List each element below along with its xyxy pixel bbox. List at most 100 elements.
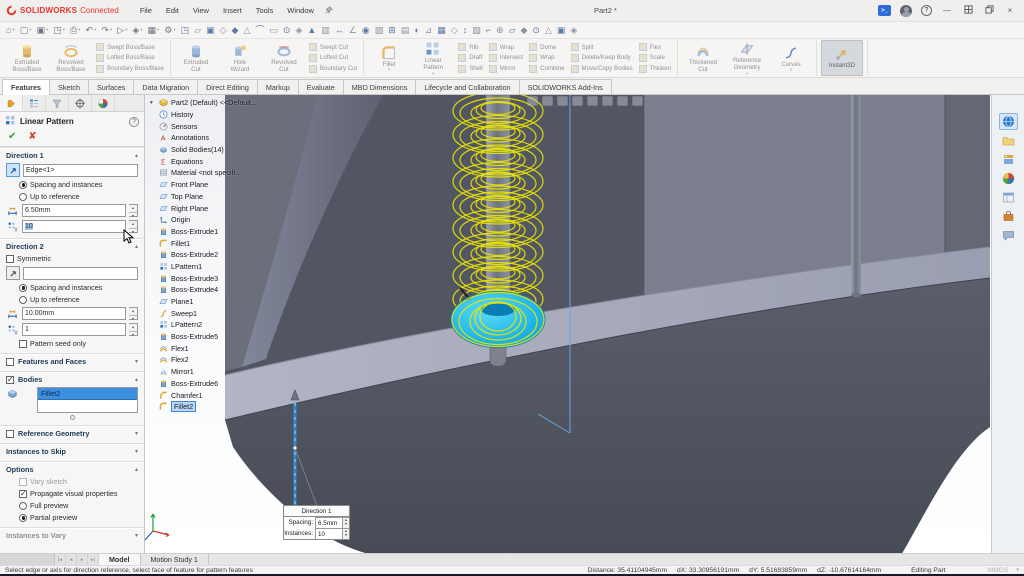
tree-item-annotations[interactable]: AAnnotations [150,132,257,144]
instant3d-button[interactable]: Instant3D [821,40,863,76]
quick-tool-icon[interactable]: ↔ [335,26,344,35]
features-faces-checkbox[interactable] [6,358,14,366]
collapse-icon[interactable]: ▴ [135,243,138,250]
titlebar-tool-icon[interactable]: ◳▾ [53,26,65,35]
tree-item-lpattern2[interactable]: LPattern2 [150,319,257,331]
bodies-header[interactable]: Bodies [18,375,42,384]
split-button[interactable]: Split [571,43,633,51]
fillet-button[interactable]: Fillet▾ [368,40,410,76]
intersect-button[interactable]: Intersect [489,54,523,62]
spacing-instances-radio2[interactable] [19,284,27,292]
direction1-spacing-input[interactable]: 6.50mm [22,204,126,217]
menu-tools[interactable]: Tools [249,3,281,18]
titlebar-tool-icon[interactable]: ▦▾ [148,26,160,35]
tree-item-top-plane[interactable]: Top Plane [150,191,257,203]
menu-edit[interactable]: Edit [159,3,186,18]
file-explorer-tab[interactable] [999,132,1018,149]
quick-tool-icon[interactable]: ▱ [509,26,516,35]
3dexperience-tab[interactable] [999,113,1018,130]
quick-tool-icon[interactable]: ◉ [362,26,370,35]
quick-tool-icon[interactable]: ⊿ [425,26,433,35]
direction2-spacing-input[interactable]: 10.00mm [22,307,126,320]
3dexperience-launcher-icon[interactable]: >_ [878,5,891,16]
quick-tool-icon[interactable]: ∠ [349,26,357,35]
appearances-scenes-tab[interactable] [999,170,1018,187]
delete-keep-body-button[interactable]: Delete/Keep Body [571,54,633,62]
quick-tool-icon[interactable]: ▥ [321,26,330,35]
tab-data-migration[interactable]: Data Migration [133,79,198,94]
hole-wizard-button[interactable]: HoleWizard [219,40,261,76]
display-style-icon[interactable] [602,96,613,106]
tab-model[interactable]: Model [99,554,141,565]
zoom-fit-icon[interactable] [527,96,538,106]
quick-tool-icon[interactable]: ⊕ [496,26,504,35]
up-to-reference-radio2[interactable] [19,296,27,304]
tab-features[interactable]: Features [2,79,50,95]
tree-item-solid-bodies-14[interactable]: Solid Bodies(14) [150,144,257,156]
3d-viewport-scene[interactable] [145,95,990,553]
rib-button[interactable]: Rib [458,43,483,51]
quick-tool-icon[interactable]: ◆ [232,26,239,35]
bodies-checkbox[interactable] [6,376,14,384]
tree-item-sensors[interactable]: Sensors [150,120,257,132]
edit-appearance-icon[interactable] [632,96,643,106]
previous-view-icon[interactable] [557,96,568,106]
tab-surfaces[interactable]: Surfaces [88,79,134,94]
display-manager-tab[interactable] [92,95,115,111]
direction1-header[interactable]: Direction 1 [6,151,44,160]
callout-instances-value[interactable]: 10 [315,528,342,539]
dropdown-caret-icon[interactable]: ▾ [746,73,748,75]
collapse-icon[interactable]: ▴ [135,152,138,159]
quick-tool-icon[interactable]: ↕ [463,26,468,35]
titlebar-tool-icon[interactable]: ↷▾ [101,26,112,35]
quick-tool-icon[interactable]: ◆ [520,26,527,35]
tab-scroll-button[interactable]: ▸ [77,554,88,565]
titlebar-tool-icon[interactable]: ▢▾ [20,26,32,35]
titlebar-tool-icon[interactable]: ⎙▾ [70,26,80,35]
tab-scroll-button[interactable]: ◂ [66,554,77,565]
swept-boss-base-button[interactable]: Swept Boss/Base [96,43,164,51]
graphics-area[interactable]: ▾Part2 (Default) <<Default...HistorySens… [145,95,991,553]
status-units[interactable]: MMGS [988,567,1009,574]
direction2-header[interactable]: Direction 2 [6,242,44,251]
titlebar-tool-icon[interactable]: ↶▾ [86,26,97,35]
tree-item-boss-extrude6[interactable]: Boss-Extrude6 [150,378,257,390]
dimxpert-manager-tab[interactable] [69,95,92,111]
quick-tool-icon[interactable]: ◇ [451,26,458,35]
section-view-icon[interactable] [572,96,583,106]
thicken-button[interactable]: Thicken [639,65,671,73]
wrap-button[interactable]: Wrap [489,43,523,51]
quick-tool-icon[interactable]: ▱ [194,26,201,35]
spacing-instances-radio[interactable] [19,181,27,189]
draft-button[interactable]: Draft [458,54,483,62]
options-header[interactable]: Options [6,465,34,474]
quick-tool-icon[interactable]: ◈ [295,26,302,35]
mirror-button[interactable]: Mirror [489,65,523,73]
collapse-icon[interactable]: ▴ [135,376,138,383]
close-button[interactable]: × [1004,6,1016,15]
property-manager-tab[interactable] [0,95,23,111]
direction2-reference-input[interactable] [23,267,138,280]
quick-tool-icon[interactable]: ◳ [181,26,190,35]
reference-geometry-button[interactable]: ReferenceGeometry▾ [726,40,768,76]
quick-tool-icon[interactable]: ▭ [269,26,278,35]
tab-sketch[interactable]: Sketch [49,79,89,94]
reference-geometry-checkbox[interactable] [6,430,14,438]
menu-file[interactable]: File [133,3,159,18]
direction2-reference-button[interactable] [6,266,20,280]
tree-item-right-plane[interactable]: Right Plane [150,202,257,214]
quick-tool-icon[interactable]: ◈ [570,26,577,35]
community-forum-tab[interactable] [999,227,1018,244]
boundary-boss-base-button[interactable]: Boundary Boss/Base [96,65,164,73]
tree-item-equations[interactable]: ΣEquations [150,155,257,167]
linear-pattern-button[interactable]: LinearPattern▾ [412,40,454,76]
direction1-instances-input[interactable]: 10 [22,220,126,233]
lofted-cut-button[interactable]: Lofted Cut [309,54,357,62]
quick-tool-icon[interactable]: ⊙ [283,26,291,35]
curves-button[interactable]: Curves▾ [770,40,812,76]
tab-lifecycle-and-collaboration[interactable]: Lifecycle and Collaboration [415,79,519,94]
quick-tool-icon[interactable]: ⊞ [388,26,396,35]
tab-mbd-dimensions[interactable]: MBD Dimensions [343,79,417,94]
wrap-button[interactable]: Wrap [529,54,564,62]
expand-icon[interactable]: ▾ [135,358,138,365]
